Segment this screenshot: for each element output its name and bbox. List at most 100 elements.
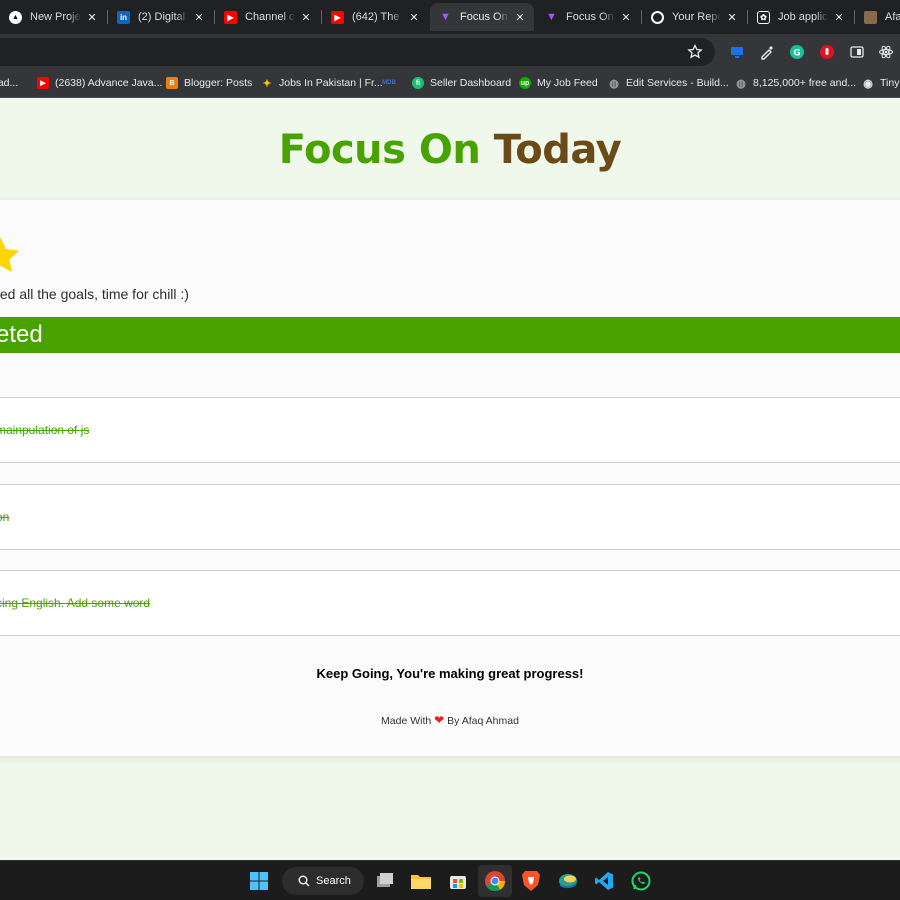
bookmark-star-icon[interactable] [685, 42, 705, 62]
color-picker-icon[interactable] [757, 42, 777, 62]
tab-title: Channel content [245, 11, 295, 23]
windows-taskbar: Search [0, 860, 900, 900]
close-icon[interactable]: ✕ [192, 11, 206, 24]
browser-tab[interactable]: ▶ Channel content ✕ [215, 3, 320, 31]
vite-icon: ▼ [440, 11, 451, 23]
edge-dev-icon[interactable] [556, 869, 580, 893]
chatgpt-icon: ✿ [757, 10, 770, 24]
bookmark-label: Blogger: Posts [184, 77, 253, 89]
bookmark-item[interactable]: fi Seller Dashboard [412, 77, 511, 89]
bookmark-label: (2638) Advance Java... [55, 77, 163, 89]
file-explorer-icon[interactable] [409, 869, 433, 893]
side-panel-icon[interactable] [847, 42, 867, 62]
goal-item[interactable]: mainpulation of js [0, 397, 900, 463]
taskbar-search[interactable]: Search [282, 867, 364, 895]
bookmark-item[interactable]: up My Job Feed [519, 77, 598, 89]
upwork-icon: up [519, 77, 531, 89]
page-title: Focus On Today [0, 127, 900, 173]
cast-extension-icon[interactable] [727, 42, 747, 62]
vercel-icon: ▲ [9, 10, 22, 24]
jobs-icon: ✦ [262, 77, 272, 90]
vite-icon: ▼ [546, 11, 557, 23]
browser-tab[interactable]: Your Repositories ✕ [642, 3, 746, 31]
close-icon[interactable]: ✕ [832, 11, 846, 24]
blogger-icon: B [166, 77, 178, 89]
browser-tab[interactable]: Afaq [855, 3, 900, 31]
globe-icon: ◍ [736, 77, 746, 90]
bookmark-label: oad... [0, 77, 19, 89]
tab-title: Focus On Today [566, 11, 615, 23]
youtube-icon: ▶ [37, 77, 49, 89]
mdb-icon: MDB [382, 80, 396, 86]
tinypng-icon: ◉ [863, 77, 873, 90]
chrome-icon[interactable] [483, 869, 507, 893]
react-devtools-icon[interactable] [876, 42, 896, 62]
bookmark-item[interactable]: ◍ Edit Services - Build... [608, 77, 729, 90]
browser-tab[interactable]: ✿ Job application ✕ [748, 3, 853, 31]
tab-title: New Project [30, 11, 81, 23]
tab-title: Your Repositories [672, 11, 721, 23]
bookmark-label: Edit Services - Build... [626, 77, 729, 89]
bookmarks-bar: oad... ▶ (2638) Advance Java...B Blogger: P… [0, 70, 900, 98]
task-view-icon[interactable] [373, 869, 397, 893]
globe-icon: ◍ [609, 77, 619, 90]
bookmark-label: Seller Dashboard [430, 77, 512, 89]
close-icon[interactable]: ✕ [299, 11, 313, 24]
whatsapp-icon[interactable] [629, 869, 653, 893]
bookmark-label: 8,125,000+ free and... [753, 77, 857, 89]
goal-text: mainpulation of js [0, 423, 90, 437]
goals-card: ted all the goals, time for chill :) ete… [0, 200, 900, 756]
browser-tab[interactable]: ▶ (642) The Coding ✕ [322, 3, 428, 31]
close-icon[interactable]: ✕ [513, 11, 527, 24]
close-icon[interactable]: ✕ [85, 11, 99, 24]
search-label: Search [316, 875, 351, 887]
star-icon [0, 236, 22, 272]
heart-icon: ❤ [434, 713, 445, 727]
motivation-message: Keep Going, You're making great progress… [316, 666, 584, 681]
bookmark-item[interactable]: oad... [0, 77, 18, 89]
footer-credit: Made With ❤ By Afaq Ahmad [0, 713, 900, 727]
goal-item[interactable]: cing English. Add some word [0, 570, 900, 636]
bookmark-label: Jobs In Pakistan | Fr... [279, 77, 383, 89]
goal-text: on [0, 510, 10, 524]
browser-tab[interactable]: in (2) Digital Marketing ✕ [108, 3, 213, 31]
title-focus-on: Focus On [278, 127, 481, 173]
bookmark-item[interactable]: B Blogger: Posts [166, 77, 252, 89]
browser-tab[interactable]: ▲ New Project ✕ [0, 3, 106, 31]
linkedin-icon: in [117, 10, 130, 24]
goal-text: cing English. Add some word [0, 596, 151, 610]
youtube-icon: ▶ [331, 10, 344, 24]
extension-red-icon[interactable] [817, 42, 837, 62]
tab-title: Afaq [885, 11, 900, 23]
browser-tab[interactable]: ▼ Focus On Today ✕ [536, 3, 640, 31]
progress-label: eted [0, 321, 43, 348]
bookmark-item[interactable]: ◉ Tinyl [862, 77, 900, 90]
brave-icon[interactable] [519, 869, 543, 893]
close-icon[interactable]: ✕ [407, 11, 421, 24]
bookmark-item[interactable]: ✦ Jobs In Pakistan | Fr... [261, 77, 383, 90]
status-message: ted all the goals, time for chill :) [0, 286, 189, 302]
close-icon[interactable]: ✕ [725, 11, 739, 24]
grammarly-icon[interactable]: G [787, 42, 807, 62]
windows-start-icon[interactable] [247, 869, 271, 893]
tab-title: (642) The Coding [352, 11, 403, 23]
address-bar[interactable] [0, 38, 715, 66]
goal-item[interactable]: on [0, 484, 900, 550]
vscode-icon[interactable] [592, 869, 616, 893]
svg-text:G: G [793, 49, 800, 59]
fiverr-icon: fi [412, 77, 424, 89]
bookmark-item[interactable]: MDB [382, 77, 396, 89]
tab-title: (2) Digital Marketing [138, 11, 188, 23]
bookmark-label: Tinyl [880, 77, 900, 89]
bookmark-item[interactable]: ◍ 8,125,000+ free and... [735, 77, 857, 90]
close-icon[interactable]: ✕ [619, 11, 633, 24]
profile-icon [864, 10, 877, 24]
credit-prefix: Made With [381, 715, 432, 727]
bookmark-item[interactable]: ▶ (2638) Advance Java... [37, 77, 162, 89]
search-icon [298, 875, 310, 887]
microsoft-store-icon[interactable] [446, 869, 470, 893]
browser-tab[interactable]: ▼ Focus On Today ✕ [430, 3, 534, 31]
github-icon [651, 10, 664, 24]
youtube-icon: ▶ [224, 10, 237, 24]
credit-suffix: By Afaq Ahmad [447, 715, 519, 727]
